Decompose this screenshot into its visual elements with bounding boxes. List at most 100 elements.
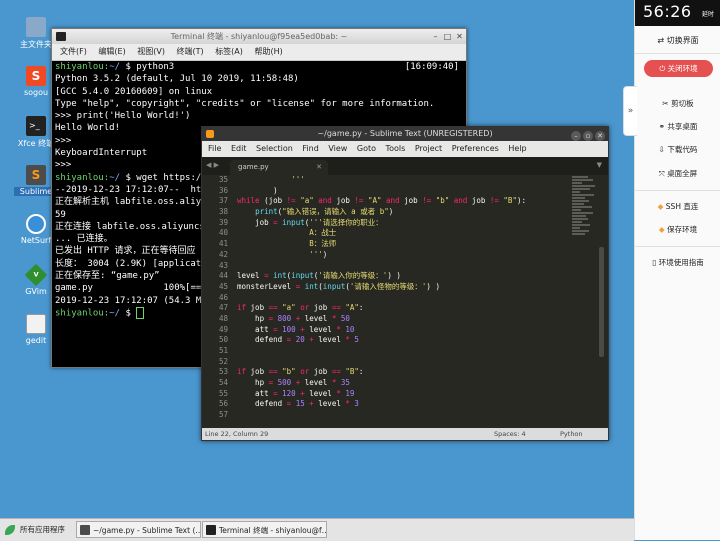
menu-help[interactable]: 帮助(H) xyxy=(254,47,282,56)
folder-icon xyxy=(26,17,46,37)
menu-tabs[interactable]: 标签(A) xyxy=(215,47,243,56)
line-number: 39 xyxy=(218,217,228,227)
vim-icon: V xyxy=(24,263,48,287)
line-number: 35 xyxy=(218,175,228,184)
tab-bar: ◀ ▶ game.py ✕ ▼ xyxy=(202,157,608,175)
line-number: 36 xyxy=(218,185,228,195)
cursor-position: Line 22, Column 29 xyxy=(205,430,269,438)
prompt-path: ~/ xyxy=(109,308,121,319)
environment-guide-button[interactable]: ▯ 环境使用指南 xyxy=(635,257,720,268)
tab-game-py[interactable]: game.py ✕ xyxy=(230,160,328,175)
line-number: 52 xyxy=(218,356,228,366)
menu-tools[interactable]: Tools xyxy=(386,144,406,153)
code-line: B：法师 xyxy=(237,239,337,249)
line-number: 46 xyxy=(218,292,228,302)
menu-terminal[interactable]: 终端(T) xyxy=(177,47,204,56)
code-line: hp = 500 + level * 35 xyxy=(237,378,350,388)
line-number: 50 xyxy=(218,335,228,345)
terminal-line: shiyanlou:~/ $ python3 [16:09:40] xyxy=(55,61,463,73)
sublime-title: ~/game.py - Sublime Text (UNREGISTERED) xyxy=(317,129,493,138)
code-line: while (job != "a" and job != "A" and job… xyxy=(237,196,526,206)
minimize-icon[interactable]: – xyxy=(571,131,581,141)
minimap[interactable] xyxy=(572,175,598,425)
text-cursor xyxy=(136,306,145,319)
line-number: 57 xyxy=(218,410,228,420)
code-line: att = 120 + level * 19 xyxy=(237,388,355,398)
switch-interface-button[interactable]: ⇄ 切换界面 xyxy=(635,35,720,46)
gedit-icon xyxy=(26,314,46,334)
close-icon[interactable]: ✕ xyxy=(595,131,605,141)
menu-view[interactable]: View xyxy=(328,144,347,153)
prompt-user: shiyanlou: xyxy=(55,172,110,183)
code-editor[interactable]: 35 36 37 38 39 40 41 42 43 44 45 46 47 48 49 50 51 52 53 54… xyxy=(202,175,608,428)
menu-file[interactable]: File xyxy=(208,144,221,153)
prompt-command: $ xyxy=(120,308,137,319)
tab-dropdown-icon[interactable]: ▼ xyxy=(597,161,602,169)
close-icon[interactable]: ✕ xyxy=(455,32,464,41)
code-line: A：战士 xyxy=(237,228,337,238)
power-icon: ⏻ xyxy=(659,64,668,73)
maximize-icon[interactable]: □ xyxy=(443,32,452,41)
menu-preferences[interactable]: Preferences xyxy=(452,144,499,153)
line-number: 44 xyxy=(218,271,228,281)
prompt-path: ~/ xyxy=(109,172,121,183)
ssh-connect-button[interactable]: ◆ SSH 直连 xyxy=(635,201,720,212)
tab-label: game.py xyxy=(238,163,269,171)
menu-help[interactable]: Help xyxy=(508,144,526,153)
leaf-icon xyxy=(5,525,15,535)
download-code-button[interactable]: ⇩ 下载代码 xyxy=(635,144,720,155)
status-bar: Line 22, Column 29 Spaces: 4 Python xyxy=(202,428,608,440)
diamond-icon: ◆ xyxy=(658,225,668,234)
maximize-icon[interactable]: ▫ xyxy=(583,131,593,141)
code-line: hp = 800 + level * 50 xyxy=(237,313,350,323)
prompt-command: $ wget https://l xyxy=(120,172,213,183)
clipboard-button[interactable]: ✂ 剪切板 xyxy=(635,98,720,109)
sublime-window[interactable]: ~/game.py - Sublime Text (UNREGISTERED) … xyxy=(201,126,609,441)
menu-view[interactable]: 视图(V) xyxy=(137,47,165,56)
menu-edit[interactable]: 编辑(E) xyxy=(98,47,125,56)
fullscreen-button[interactable]: ⤧ 桌面全屏 xyxy=(635,168,720,179)
menu-file[interactable]: 文件(F) xyxy=(60,47,87,56)
close-tab-icon[interactable]: ✕ xyxy=(316,160,322,175)
terminal-icon: >_ xyxy=(26,116,46,136)
menu-find[interactable]: Find xyxy=(302,144,318,153)
terminal-titlebar[interactable]: Terminal 终端 - shiyanlou@f95ea5ed0bab: ~ … xyxy=(52,29,466,44)
sublime-icon xyxy=(206,130,214,138)
task-sublime[interactable]: ~/game.py - Sublime Text (… xyxy=(76,521,201,538)
task-terminal[interactable]: Terminal 终端 - shiyanlou@f… xyxy=(202,521,327,538)
control-panel: 56:26 延时 ⇄ 切换界面 ⏻ 关闭环境 » ✂ 剪切板 ⚭ 共享桌面 ⇩ … xyxy=(623,0,720,540)
fullscreen-icon: ⤧ xyxy=(658,169,668,178)
line-number: 53 xyxy=(218,367,228,377)
scrollbar[interactable] xyxy=(599,247,604,357)
extend-button[interactable]: 延时 xyxy=(702,9,714,18)
share-desktop-button[interactable]: ⚭ 共享桌面 xyxy=(635,121,720,132)
syntax-setting[interactable]: Python xyxy=(560,428,583,440)
minimize-icon[interactable]: – xyxy=(431,32,440,41)
sublime-icon xyxy=(80,525,90,535)
menu-selection[interactable]: Selection xyxy=(256,144,293,153)
sublime-titlebar[interactable]: ~/game.py - Sublime Text (UNREGISTERED) … xyxy=(202,127,608,141)
terminal-menubar: 文件(F) 编辑(E) 视图(V) 终端(T) 标签(A) 帮助(H) xyxy=(52,44,466,61)
code-line: if job == "a" or job == "A": xyxy=(237,303,364,313)
prompt-path: ~/ xyxy=(109,62,121,72)
code-line: defend = 15 + level * 3 xyxy=(237,399,359,409)
menu-goto[interactable]: Goto xyxy=(357,144,376,153)
line-number: 38 xyxy=(218,207,228,217)
save-environment-button[interactable]: ◆ 保存环境 xyxy=(635,224,720,235)
line-number: 42 xyxy=(218,249,228,259)
menu-edit[interactable]: Edit xyxy=(231,144,247,153)
line-number: 54 xyxy=(218,378,228,388)
prompt-timestamp: [16:09:40] xyxy=(404,62,459,72)
sogou-icon: S xyxy=(26,66,46,86)
code-lines[interactable]: ''' ) while (job != "a" and job != "A" a… xyxy=(237,175,568,421)
menu-project[interactable]: Project xyxy=(415,144,442,153)
tab-nav-icon[interactable]: ◀ ▶ xyxy=(206,161,219,169)
line-number: 56 xyxy=(218,399,228,409)
indentation-setting[interactable]: Spaces: 4 xyxy=(494,428,526,440)
close-environment-button[interactable]: ⏻ 关闭环境 xyxy=(644,60,713,77)
applications-menu-button[interactable]: 所有应用程序 xyxy=(2,521,69,539)
